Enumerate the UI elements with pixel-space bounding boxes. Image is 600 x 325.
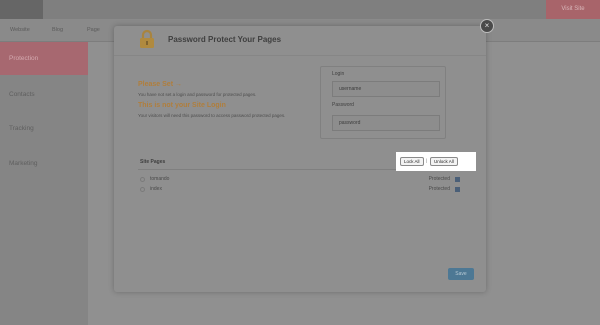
close-icon[interactable]: × xyxy=(480,19,494,33)
please-set-description: You have not set a login and password fo… xyxy=(138,92,257,97)
sidebar-item-protection[interactable]: Protection xyxy=(0,42,88,75)
sidebar-item-contacts[interactable]: Contacts xyxy=(0,78,88,111)
subnav-item-website[interactable]: Website xyxy=(10,27,30,33)
row-radio[interactable] xyxy=(140,187,145,192)
top-bar: Visit Site xyxy=(0,0,600,19)
credentials-box: Login Password xyxy=(320,66,446,139)
lock-all-button[interactable]: Lock All xyxy=(400,157,424,166)
save-button[interactable]: Save xyxy=(448,268,474,280)
subnav-item-page[interactable]: Page xyxy=(87,27,100,33)
lock-buttons-group: Lock All | Unlock All xyxy=(396,152,476,171)
site-pages-label: Site Pages xyxy=(140,159,166,165)
not-site-login-heading: This is not your Site Login xyxy=(138,102,226,109)
sidebar: Protection Contacts Tracking Marketing xyxy=(0,42,88,325)
page-row: index Protected xyxy=(138,185,460,195)
app-logo xyxy=(0,0,43,19)
row-radio[interactable] xyxy=(140,177,145,182)
page-status: Protected xyxy=(428,176,450,182)
visit-site-button[interactable]: Visit Site xyxy=(546,0,600,19)
login-label: Login xyxy=(332,71,345,77)
subnav-item-blog[interactable]: Blog xyxy=(52,27,63,33)
password-label: Password xyxy=(332,102,354,108)
button-separator: | xyxy=(426,158,428,163)
unlock-all-button[interactable]: Unlock All xyxy=(430,157,458,166)
page-name: tomando xyxy=(150,176,170,182)
lock-toggle-icon[interactable] xyxy=(455,187,460,192)
not-site-login-description: Your visitors will need this password to… xyxy=(138,113,286,118)
modal-title: Password Protect Your Pages xyxy=(168,35,282,44)
page-row: tomando Protected xyxy=(138,175,460,185)
lock-toggle-icon[interactable] xyxy=(455,177,460,182)
lock-icon xyxy=(140,29,154,48)
login-input[interactable] xyxy=(332,81,440,97)
password-protect-modal: Password Protect Your Pages × Please Set… xyxy=(114,19,494,292)
page-status: Protected xyxy=(428,186,450,192)
please-set-heading: Please Set → xyxy=(138,81,182,88)
page-name: index xyxy=(150,186,162,192)
sidebar-item-tracking[interactable]: Tracking xyxy=(0,112,88,145)
sidebar-item-marketing[interactable]: Marketing xyxy=(0,147,88,180)
password-input[interactable] xyxy=(332,115,440,131)
modal-header: Password Protect Your Pages xyxy=(114,26,486,56)
